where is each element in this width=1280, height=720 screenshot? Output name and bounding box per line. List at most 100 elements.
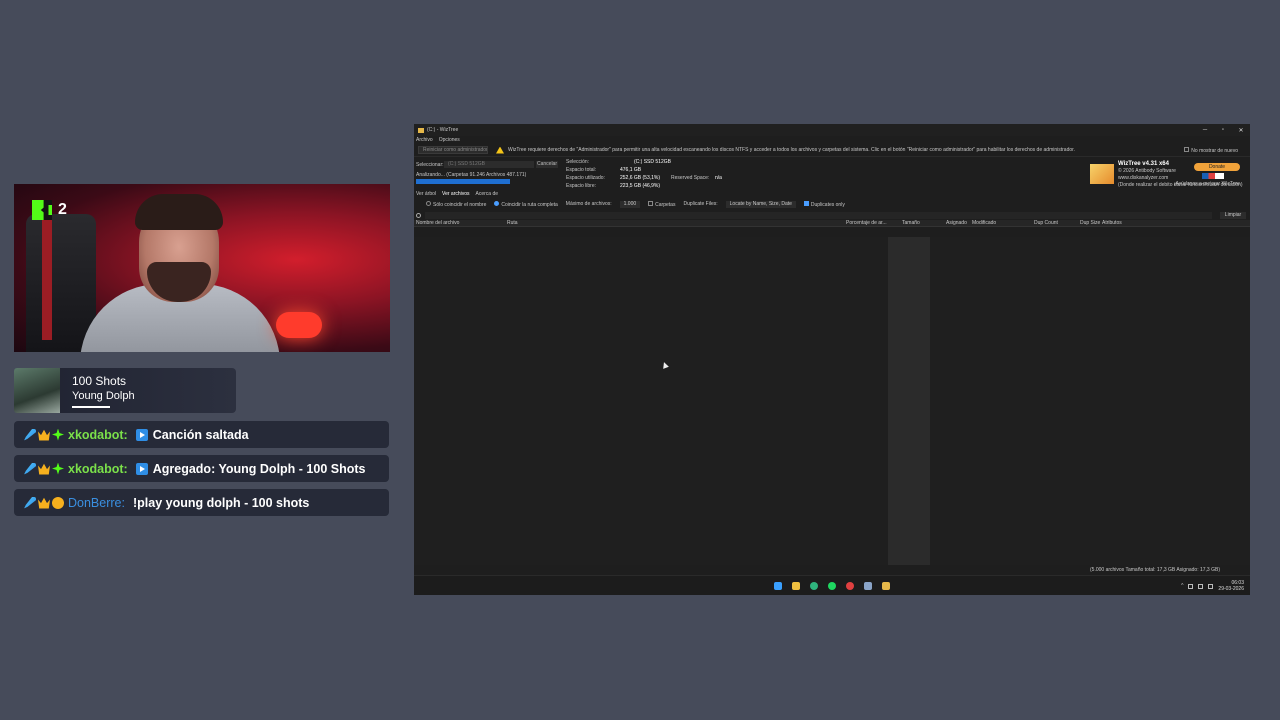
reserved-space-value: n/a [715, 175, 722, 181]
menu-bar: Archivo Opciones [414, 136, 1250, 144]
no-show-again-checkbox[interactable]: No mostrar de nuevo [1184, 146, 1238, 154]
match-name-radio[interactable]: Sólo coincidir el nombre [426, 200, 486, 208]
subscriber-badge-icon [52, 496, 64, 509]
search-input[interactable] [425, 211, 1212, 219]
streamer-hair [135, 194, 223, 230]
selection-value: (C:) SSD 512GB [634, 159, 671, 165]
restart-admin-button[interactable]: Reiniciar como administrador [418, 146, 488, 154]
volume-icon[interactable] [1208, 583, 1214, 589]
tab-about[interactable]: Acerca de [476, 191, 499, 197]
clock[interactable]: 06:03 29-03-2026 [1218, 580, 1244, 592]
checkbox-checked-icon [803, 200, 809, 206]
tab-tree-view[interactable]: Ver árbol [416, 191, 436, 197]
moderator-sword-icon [24, 462, 36, 475]
menu-opciones[interactable]: Opciones [439, 137, 460, 143]
chair-stripe [42, 220, 52, 340]
play-icon [135, 462, 148, 475]
windows-taskbar: ^ 06:03 29-03-2026 [414, 575, 1250, 595]
chat-username[interactable]: DonBerre: [68, 496, 125, 510]
chevron-up-icon[interactable]: ^ [1181, 583, 1183, 589]
now-playing-widget: 100 Shots Young Dolph [14, 368, 236, 413]
app-red-icon[interactable] [846, 582, 854, 590]
col-size[interactable]: Tamaño [902, 220, 920, 227]
col-path[interactable]: Ruta [507, 220, 518, 227]
chat-username[interactable]: xkodabot: [68, 462, 128, 476]
song-progress-bar [72, 405, 110, 408]
menu-archivo[interactable]: Archivo [416, 137, 433, 143]
system-tray: ^ 06:03 29-03-2026 [1181, 580, 1244, 592]
free-space-label: Espacio libre: [566, 183, 597, 189]
drive-select[interactable]: (C:) SSD 512GB [444, 161, 534, 168]
max-files-label: Máximo de archivos: [565, 201, 612, 207]
total-space-label: Espacio total: [566, 167, 597, 173]
track-meta: 100 Shots Young Dolph [60, 374, 135, 408]
used-space-label: Espacio utilizado: [566, 175, 605, 181]
song-title: 100 Shots [72, 373, 127, 388]
folders-checkbox[interactable]: Carpetas [648, 200, 675, 208]
windows-start-icon[interactable] [774, 582, 782, 590]
max-files-select[interactable]: 1.000 [619, 200, 641, 208]
size-column-pane [888, 237, 930, 565]
col-percent[interactable]: Porcentaje de ar... [846, 220, 887, 227]
match-path-radio[interactable]: Coincidir la ruta completa [494, 200, 558, 208]
admin-notice-bar: Reiniciar como administrador WizTree req… [414, 144, 1250, 156]
maximize-button[interactable]: ▫ [1214, 127, 1232, 133]
gaming-chair [26, 214, 96, 352]
analyzing-status: Analizando... (Carpetas 91.246 Archivos … [416, 172, 527, 178]
chat-message: DonBerre: !play young dolph - 100 shots [14, 489, 389, 516]
col-dup-size[interactable]: Dup Size [1080, 220, 1100, 227]
edge-browser-icon[interactable] [810, 582, 818, 590]
details-pane[interactable] [930, 237, 1250, 565]
clear-button[interactable]: Limpiar [1220, 211, 1246, 219]
cancel-button[interactable]: Cancelar [536, 161, 558, 168]
user-badges [24, 428, 64, 441]
donate-button[interactable]: Donate [1194, 163, 1240, 171]
scan-progress-fill [416, 179, 510, 184]
admin-warning-text: WizTree requiere derechos de "Administra… [508, 147, 1075, 153]
settings-gear-icon[interactable] [864, 582, 872, 590]
filter-bar: Sólo coincidir el nombre Coincidir la ru… [414, 198, 1250, 210]
col-modified[interactable]: Modificado [972, 220, 996, 227]
duplicate-mode-select[interactable]: Locate by Name, Size, Date [725, 200, 796, 208]
status-bar: (5.000 archivos Tamaño total: 17,3 GB As… [414, 566, 1250, 574]
search-row: Limpiar [414, 210, 1250, 220]
file-table-body [414, 237, 1250, 565]
free-space-value: 223,5 GB (46,9%) [620, 183, 661, 189]
song-artist: Young Dolph [72, 389, 135, 402]
close-button[interactable]: ✕ [1232, 127, 1250, 134]
viewer-badge: 2 [32, 200, 67, 220]
crown-icon [38, 463, 50, 475]
mic-icon[interactable] [1188, 583, 1194, 589]
network-icon[interactable] [1198, 583, 1204, 589]
file-explorer-icon[interactable] [792, 582, 800, 590]
kick-logo-icon [32, 200, 52, 220]
radio-icon [426, 200, 431, 206]
payment-cards-icon [1202, 173, 1224, 179]
star-badge-icon [52, 428, 64, 441]
crown-icon [38, 497, 50, 509]
select-label: Seleccionar: [416, 162, 444, 168]
col-filename[interactable]: Nombre del archivo [416, 220, 459, 227]
total-space-value: 476,1 GB [620, 167, 642, 173]
minimize-button[interactable]: ─ [1196, 127, 1214, 133]
moderator-sword-icon [24, 496, 36, 509]
spotify-icon[interactable] [828, 582, 836, 590]
col-attributes[interactable]: Atributos [1102, 220, 1122, 227]
wiztree-taskbar-icon[interactable] [882, 582, 890, 590]
wiztree-brand-panel: WizTree v4.31 x64 © 2026 Antibody Softwa… [1090, 161, 1246, 193]
tab-file-view[interactable]: Ver archivos [442, 191, 470, 197]
clock-date: 29-03-2026 [1218, 586, 1244, 592]
selection-label: Selección: [566, 159, 590, 165]
file-list-pane[interactable] [414, 237, 888, 565]
star-badge-icon [52, 462, 64, 475]
col-dup-count[interactable]: Dup Count [1034, 220, 1058, 227]
title-bar: (C:) - WizTree ─ ▫ ✕ [414, 124, 1250, 136]
crown-icon [38, 429, 50, 441]
user-badges [24, 462, 64, 475]
duplicates-only-checkbox[interactable]: Duplicates only [803, 200, 845, 208]
col-allocated[interactable]: Asignado [946, 220, 967, 227]
chat-username[interactable]: xkodabot: [68, 428, 128, 442]
chat-text: Agregado: Young Dolph - 100 Shots [152, 461, 366, 476]
album-art [14, 368, 60, 413]
stream-layout: 2 100 Shots Young Dolph xkodabot: Canció… [0, 0, 1280, 720]
